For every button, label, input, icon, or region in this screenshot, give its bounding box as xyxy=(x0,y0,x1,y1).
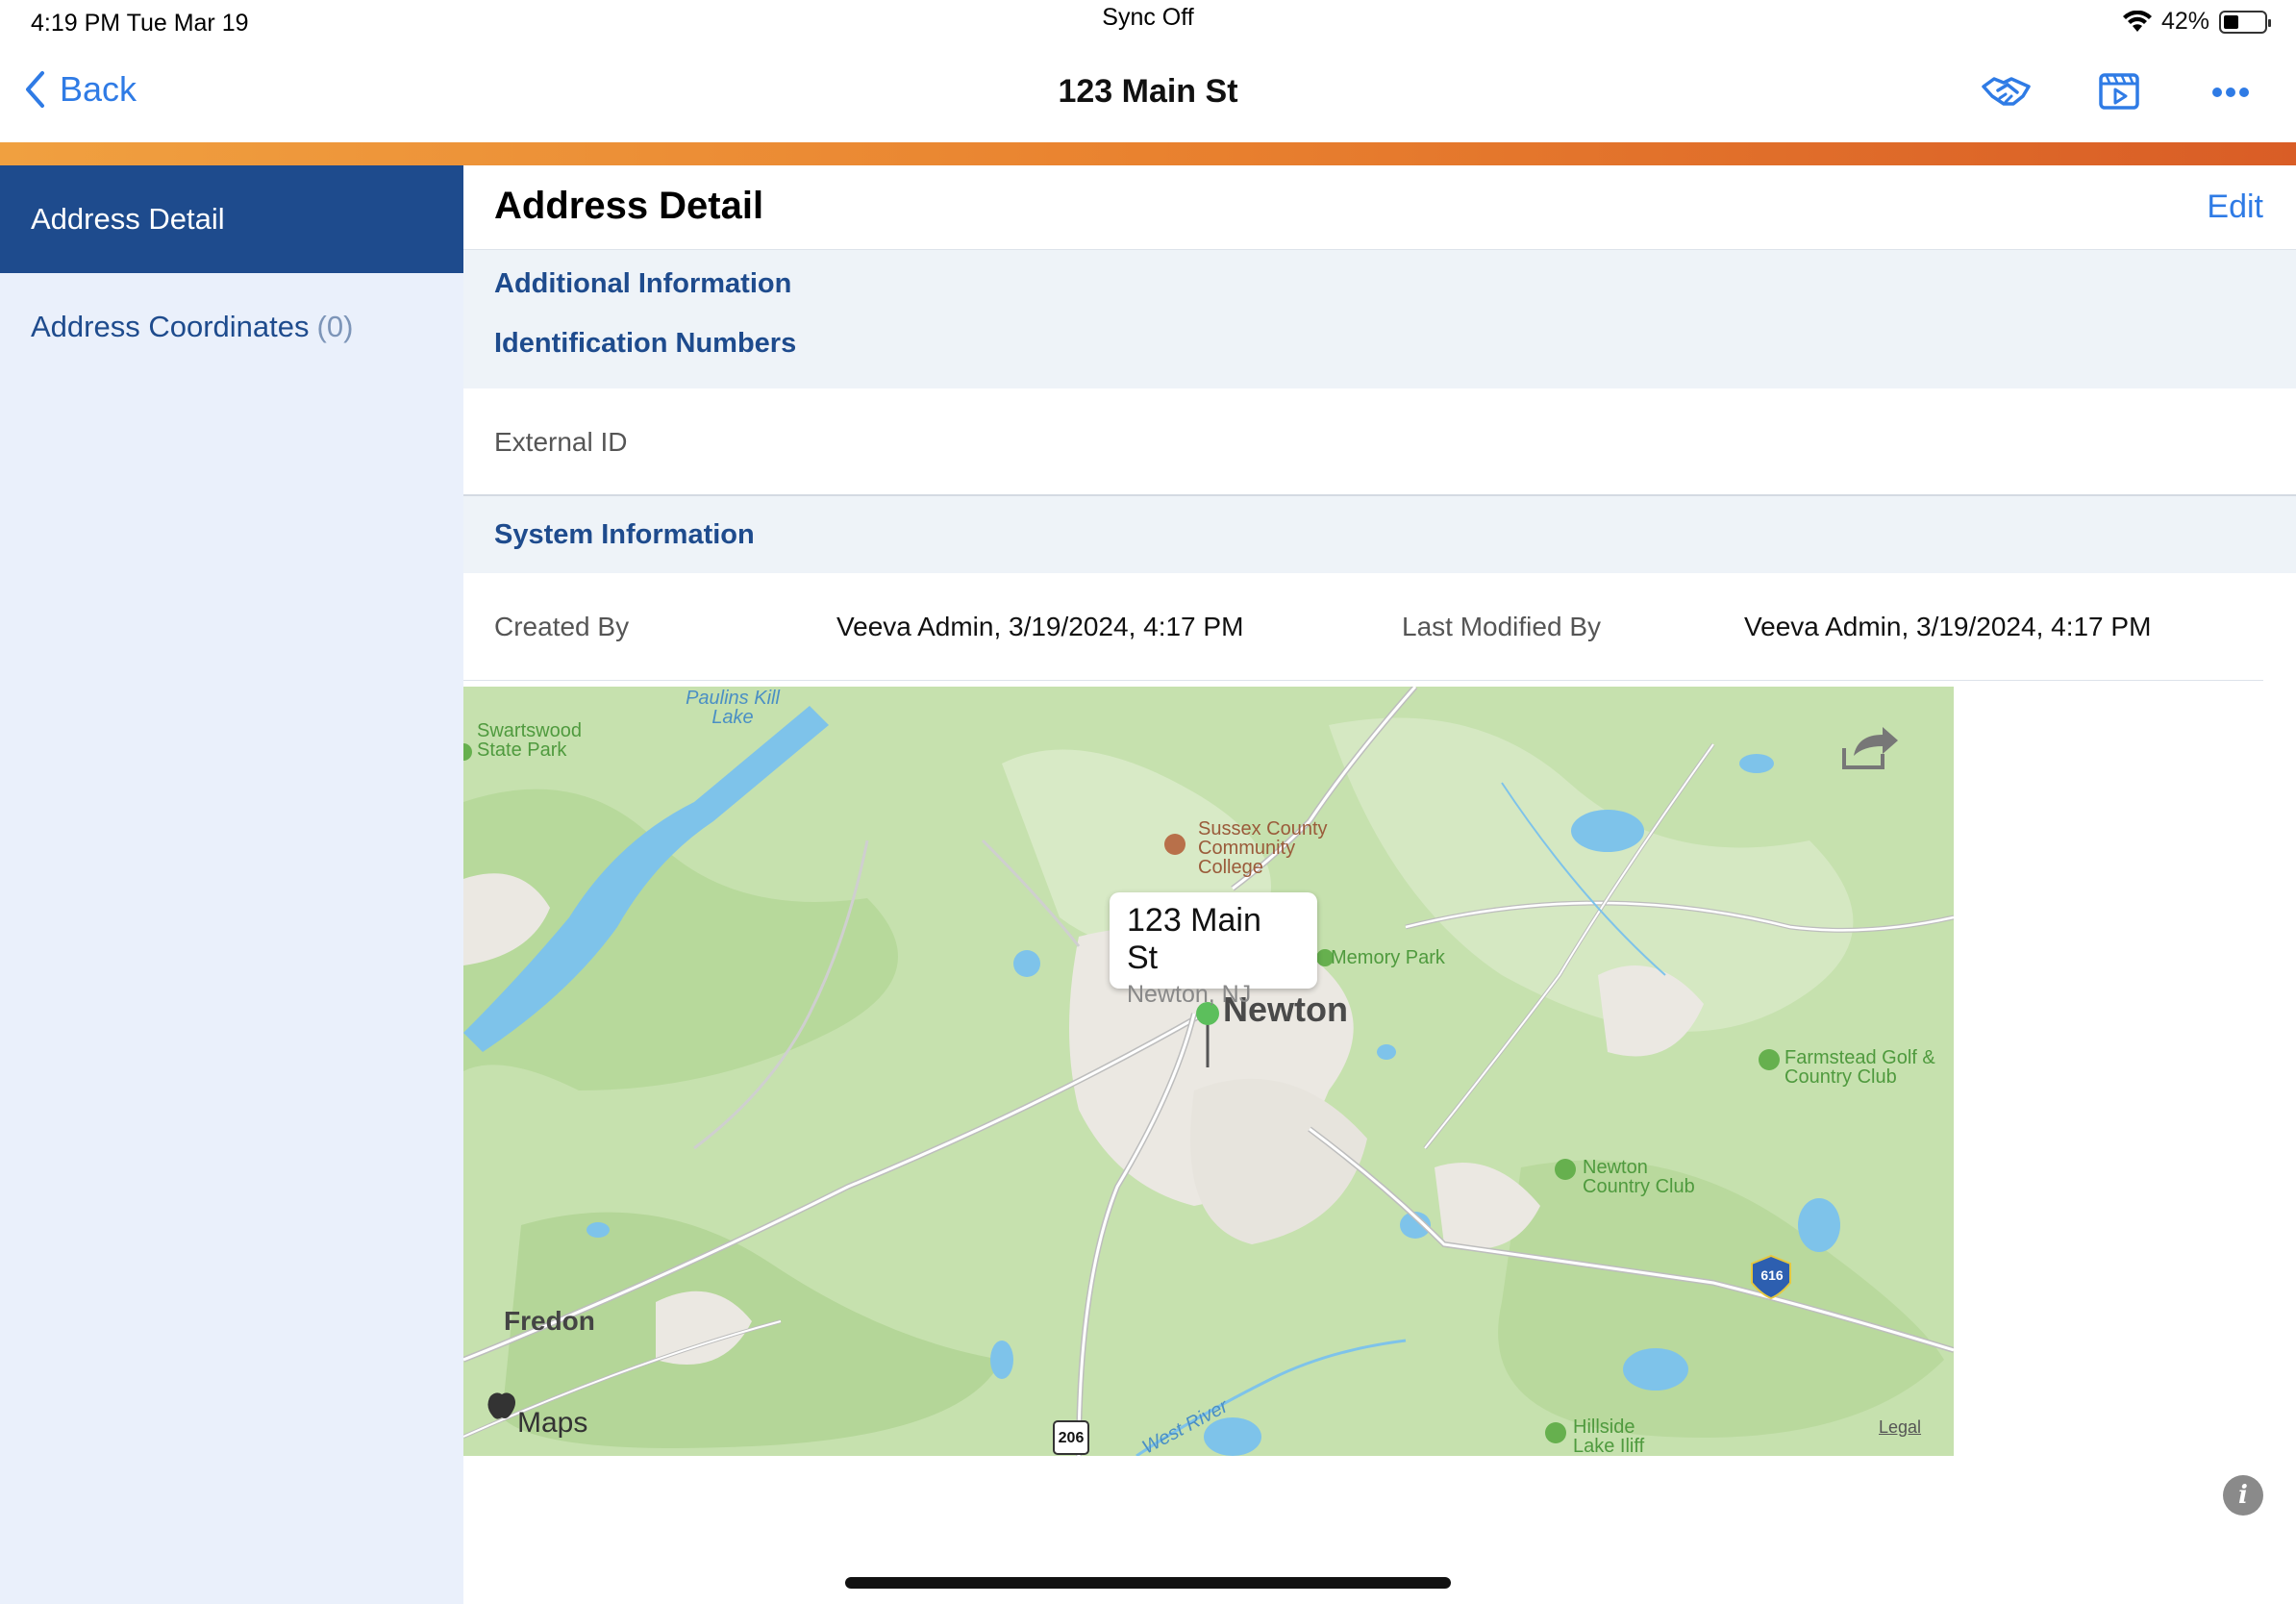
sync-status: Sync Off xyxy=(1102,4,1194,31)
map-terrain xyxy=(463,687,1954,1456)
section-additional-information[interactable]: Additional Information xyxy=(463,250,2296,312)
last-modified-label: Last Modified By xyxy=(1402,612,1601,641)
sidebar-item-label: Address Detail xyxy=(31,202,225,236)
sidebar: Address Detail Address Coordinates (0) xyxy=(0,165,463,1604)
route-206-shield: 206 xyxy=(1058,1430,1085,1446)
map-label-college: Sussex County Community College xyxy=(1198,818,1328,878)
route-616-shield: 616 xyxy=(1760,1267,1784,1283)
created-by-value: Veeva Admin, 3/19/2024, 4:17 PM xyxy=(836,612,1244,641)
detail-title: Address Detail xyxy=(494,185,764,227)
sidebar-item-count: (0) xyxy=(316,310,354,343)
callout-subtitle: Newton, NJ xyxy=(1127,981,1252,1008)
media-presentation-icon[interactable] xyxy=(2096,71,2148,113)
map-label-farmstead: Farmstead Golf & Country Club xyxy=(1784,1047,1935,1088)
map-label-memory-park: Memory Park xyxy=(1331,947,1445,968)
page-title: 123 Main St xyxy=(1058,73,1238,110)
section-system-information[interactable]: System Information xyxy=(463,496,2296,573)
battery-icon xyxy=(2219,10,2271,34)
edit-button[interactable]: Edit xyxy=(2207,188,2263,226)
map-label-paulins: Paulins Kill Lake xyxy=(686,688,780,728)
section-identification-numbers[interactable]: Identification Numbers xyxy=(463,312,2296,388)
handshake-icon[interactable] xyxy=(1981,71,2033,113)
status-right: 42% xyxy=(2122,8,2271,36)
callout-title: 123 Main St xyxy=(1127,902,1261,976)
system-info-row: Created By Veeva Admin, 3/19/2024, 4:17 … xyxy=(463,573,2263,681)
status-bar: 4:19 PM Tue Mar 19 Sync Off 42% xyxy=(0,0,2296,44)
map-label-newton-cc: Newton Country Club xyxy=(1583,1157,1695,1197)
sidebar-item-address-coordinates[interactable]: Address Coordinates (0) xyxy=(0,273,463,381)
nav-bar: Back 123 Main St xyxy=(0,44,2296,142)
external-id-row: External ID xyxy=(463,388,2296,496)
location-callout[interactable]: 123 Main St Newton, NJ xyxy=(1110,892,1317,1008)
map-view[interactable]: Paulins Kill Lake Swartswood State Park … xyxy=(463,687,1954,1456)
detail-header: Address Detail Edit xyxy=(463,165,2296,250)
last-modified-value: Veeva Admin, 3/19/2024, 4:17 PM xyxy=(1744,612,2152,641)
sidebar-item-address-detail[interactable]: Address Detail xyxy=(0,165,463,273)
wifi-icon xyxy=(2122,10,2152,32)
map-label-hillside: Hillside Lake Iliff xyxy=(1573,1416,1645,1456)
apple-maps-logo: Maps xyxy=(517,1407,588,1439)
battery-percent: 42% xyxy=(2160,8,2209,35)
created-by-label: Created By xyxy=(494,612,630,641)
map-label-fredon: Fredon xyxy=(504,1306,595,1336)
more-options-icon[interactable] xyxy=(2208,71,2259,113)
brand-stripe xyxy=(0,142,2296,165)
info-icon[interactable]: i xyxy=(2223,1475,2263,1516)
map-label-swartswood: Swartswood State Park xyxy=(477,720,582,761)
external-id-label: External ID xyxy=(494,427,628,457)
home-indicator xyxy=(845,1577,1451,1589)
map-legal-link[interactable]: Legal xyxy=(1879,1417,1921,1437)
sidebar-item-label: Address Coordinates xyxy=(31,310,310,343)
